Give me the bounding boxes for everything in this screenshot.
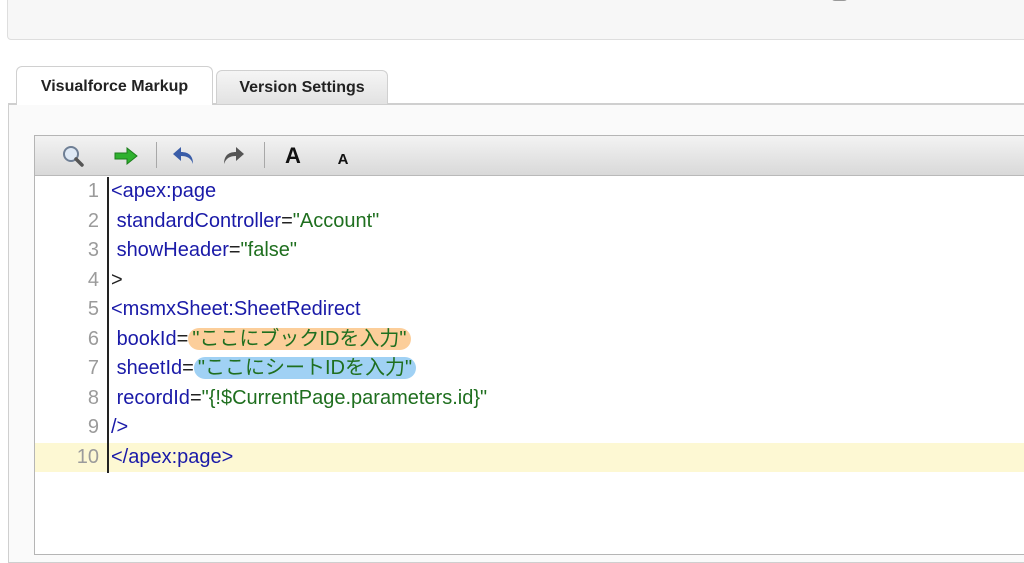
code-line: 2 standardController="Account" [35, 207, 1024, 237]
line-number: 5 [87, 298, 99, 320]
code-text: standardController="Account" [116, 209, 380, 232]
font-larger-icon[interactable]: A [281, 142, 305, 170]
code-text: </apex:page> [111, 445, 234, 468]
editor-toolbar: A A [35, 136, 1024, 176]
line-number: 4 [87, 268, 99, 291]
code-text: > [111, 268, 123, 291]
go-to-line-icon[interactable] [111, 142, 141, 170]
toolbar-separator [264, 142, 265, 168]
line-number: 10 [76, 445, 99, 468]
settings-checkbox[interactable] [831, 0, 848, 1]
code-line: 8 recordId="{!$CurrentPage.parameters.id… [35, 384, 1024, 414]
current-code-line: 10 </apex:page> [35, 442, 1024, 472]
code-line: 6 bookId= "ここにブックIDを入力" [35, 325, 1024, 355]
code-line: 7 sheetId= "ここにシートIDを入力" [35, 354, 1024, 384]
search-icon[interactable] [59, 142, 87, 170]
code-text: <msmxSheet:SheetRedirect [111, 298, 361, 320]
tab-version-settings[interactable]: Version Settings [216, 70, 388, 104]
line-number: 7 [87, 357, 99, 379]
code-line: 3 showHeader="false" [35, 236, 1024, 266]
tab-visualforce-markup[interactable]: Visualforce Markup [16, 66, 213, 105]
line-number: 2 [87, 209, 99, 232]
redo-icon[interactable] [218, 142, 248, 170]
line-number: 1 [87, 180, 99, 202]
undo-icon[interactable] [169, 142, 199, 170]
code-editor[interactable]: A A 1 <apex:page 2 standardController="A… [34, 135, 1024, 555]
code-text: recordId="{!$CurrentPage.parameters.id}" [116, 386, 488, 409]
code-lines: 1 <apex:page 2 standardController="Accou… [35, 177, 1024, 472]
code-text: <apex:page [111, 180, 217, 202]
line-number: 3 [87, 239, 99, 261]
code-line: 9 /> [35, 413, 1024, 443]
gutter-divider [107, 177, 109, 473]
code-line: 4 > [35, 266, 1024, 296]
top-settings-panel [7, 0, 1024, 40]
line-number: 6 [87, 327, 99, 350]
code-text: sheetId= "ここにシートIDを入力" [111, 354, 417, 384]
sheet-id-highlight: "ここにシートIDを入力" [193, 357, 417, 379]
line-number: 9 [87, 416, 99, 438]
line-number: 8 [87, 386, 99, 409]
code-text: showHeader="false" [116, 239, 297, 261]
code-line: 1 <apex:page [35, 177, 1024, 207]
toolbar-separator [156, 142, 157, 168]
font-smaller-icon[interactable]: A [333, 145, 353, 173]
code-text: bookId= "ここにブックIDを入力" [111, 325, 411, 355]
code-line: 5 <msmxSheet:SheetRedirect [35, 295, 1024, 325]
code-text: /> [111, 416, 129, 438]
book-id-highlight: "ここにブックIDを入力" [188, 327, 411, 350]
